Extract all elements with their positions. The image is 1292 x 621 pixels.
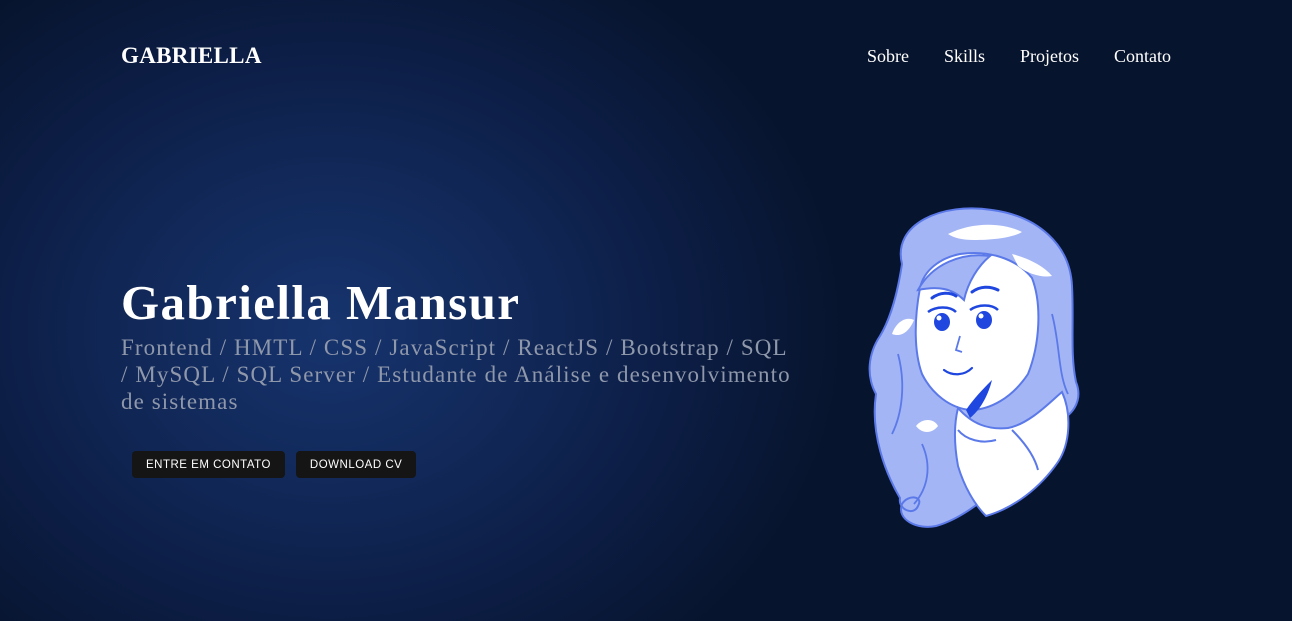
main-nav: Sobre Skills Projetos Contato — [867, 46, 1171, 67]
brand-logo[interactable]: GABRIELLA — [121, 43, 262, 69]
nav-link-projetos[interactable]: Projetos — [1020, 46, 1079, 67]
hero-subtitle: Frontend / HMTL / CSS / JavaScript / Rea… — [121, 335, 791, 414]
contact-button[interactable]: ENTRE EM CONTATO — [132, 451, 285, 478]
avatar-illustration — [868, 207, 1080, 528]
nav-link-contato[interactable]: Contato — [1114, 46, 1171, 67]
hero-title: Gabriella Mansur — [121, 275, 521, 330]
download-cv-button[interactable]: DOWNLOAD CV — [295, 451, 417, 478]
nav-link-sobre[interactable]: Sobre — [867, 46, 909, 67]
hero-buttons: ENTRE EM CONTATO DOWNLOAD CV — [132, 451, 417, 478]
nav-link-skills[interactable]: Skills — [944, 46, 985, 67]
